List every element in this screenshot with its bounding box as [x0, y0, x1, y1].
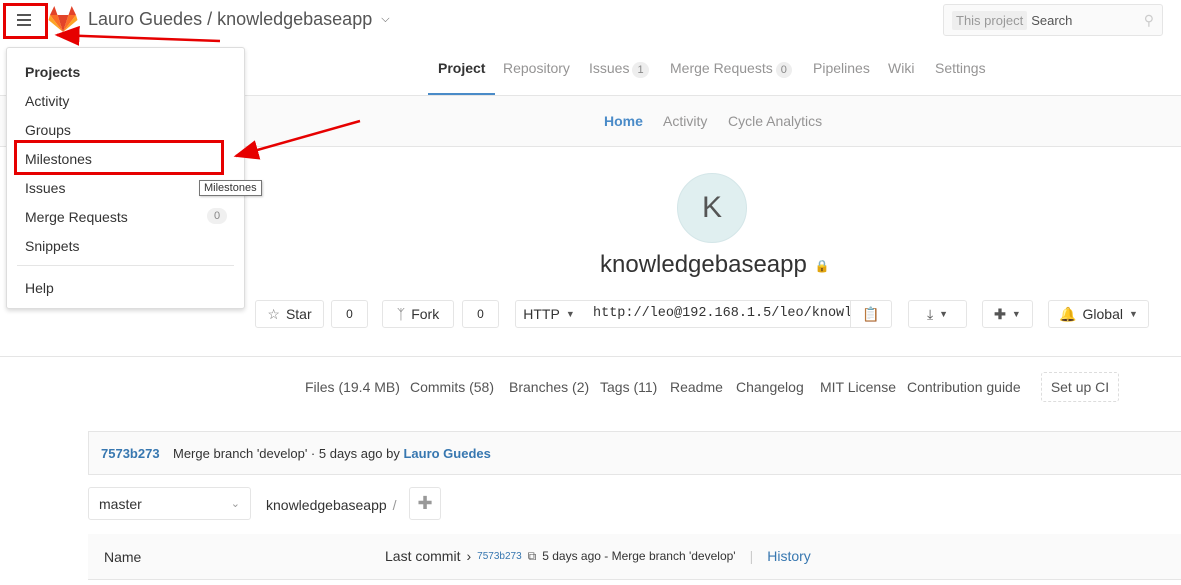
project-breadcrumb[interactable]: Lauro Guedes / knowledgebaseapp ⌵	[88, 9, 390, 30]
name-column-header: Name	[104, 549, 142, 565]
setup-ci-button[interactable]: Set up CI	[1041, 372, 1119, 402]
clone-protocol-dropdown[interactable]: HTTP ▼	[515, 300, 583, 328]
stat-changelog[interactable]: Changelog	[736, 379, 804, 395]
dropdown-item-snippets[interactable]: Snippets	[25, 238, 79, 254]
tab-issues[interactable]: Issues 1	[589, 42, 649, 95]
dropdown-item-milestones[interactable]: Milestones	[25, 151, 92, 167]
plus-icon: ✚	[994, 305, 1006, 322]
commit-message: Merge branch 'develop' · 5 days ago by L…	[173, 446, 491, 461]
new-item-dropdown-button[interactable]: ✚ ▼	[982, 300, 1033, 328]
chevron-down-icon[interactable]: ⌵	[381, 13, 389, 26]
top-header: Lauro Guedes / knowledgebaseapp ⌵ This p…	[0, 0, 1181, 42]
repo-root-link[interactable]: knowledgebaseapp	[266, 497, 387, 513]
commit-sha-link[interactable]: 7573b273	[101, 446, 160, 461]
repo-path-breadcrumb: knowledgebaseapp /	[266, 497, 397, 513]
stat-contribution-guide[interactable]: Contribution guide	[907, 379, 1021, 395]
commit-author-link[interactable]: Lauro Guedes	[403, 446, 490, 461]
branch-select[interactable]: master ⌄	[88, 487, 251, 520]
dropdown-item-help[interactable]: Help	[25, 280, 54, 296]
project-avatar: K	[677, 173, 747, 243]
stat-commits[interactable]: Commits (58)	[410, 379, 494, 395]
download-icon: ⤓	[926, 305, 934, 322]
dropdown-item-activity[interactable]: Activity	[25, 93, 69, 109]
stat-tags[interactable]: Tags (11)	[600, 379, 657, 395]
tab-merge-requests[interactable]: Merge Requests 0	[670, 42, 792, 95]
clone-url-field[interactable]: http://leo@192.168.1.5/leo/knowledgebase…	[582, 300, 851, 328]
subtab-home[interactable]: Home	[604, 113, 643, 129]
stat-readme[interactable]: Readme	[670, 379, 723, 395]
clipboard-icon: 📋	[862, 305, 880, 322]
star-icon: ☆	[267, 305, 280, 322]
download-dropdown-button[interactable]: ⤓ ▼	[908, 300, 967, 328]
search-placeholder: Search	[1031, 12, 1073, 28]
hamburger-icon	[17, 14, 31, 26]
issues-count-badge: 1	[632, 62, 649, 78]
stat-license[interactable]: MIT License	[820, 379, 896, 395]
dropdown-item-merge-requests[interactable]: Merge Requests	[25, 209, 128, 225]
fork-count[interactable]: 0	[462, 300, 499, 328]
add-file-button[interactable]: ✚	[409, 487, 441, 520]
chevron-right-icon: ›	[466, 548, 472, 564]
dropdown-item-issues[interactable]: Issues	[25, 180, 65, 196]
bell-icon: 🔔	[1059, 305, 1077, 322]
caret-down-icon: ▼	[1128, 309, 1138, 319]
search-icon: ⚲	[1143, 11, 1154, 28]
copy-icon[interactable]: ⧉	[528, 549, 537, 564]
search-input[interactable]: This project Search ⚲	[943, 4, 1163, 36]
search-scope-badge: This project	[952, 10, 1028, 30]
dropdown-divider	[17, 265, 234, 266]
merge-requests-badge: 0	[207, 208, 227, 224]
last-commit-box: 7573b273 Merge branch 'develop' · 5 days…	[88, 431, 1181, 475]
copy-url-button[interactable]: 📋	[850, 300, 892, 328]
tab-project[interactable]: Project	[428, 42, 496, 95]
tab-repository[interactable]: Repository	[503, 42, 570, 95]
dropdown-item-projects[interactable]: Projects	[25, 64, 80, 80]
fork-button[interactable]: ᛉ Fork	[382, 300, 454, 328]
last-commit-meta: 5 days ago - Merge branch 'develop'	[542, 549, 736, 563]
gitlab-logo-icon[interactable]	[48, 5, 78, 33]
merge-requests-count-badge: 0	[775, 62, 792, 78]
caret-down-icon: ▼	[939, 309, 949, 319]
chevron-down-icon: ⌄	[230, 498, 240, 510]
tab-wiki[interactable]: Wiki	[888, 42, 914, 95]
star-count[interactable]: 0	[331, 300, 368, 328]
stat-branches[interactable]: Branches (2)	[509, 379, 589, 395]
subtab-cycle-analytics[interactable]: Cycle Analytics	[728, 113, 822, 129]
history-link[interactable]: History	[767, 548, 811, 564]
hamburger-menu-button[interactable]	[6, 4, 42, 36]
file-table-header: Name Last commit › 7573b273 ⧉ 5 days ago…	[88, 534, 1181, 580]
fork-icon: ᛉ	[396, 306, 406, 322]
project-stats: Files (19.4 MB) Commits (58) Branches (2…	[0, 356, 1181, 416]
project-path[interactable]: Lauro Guedes / knowledgebaseapp	[88, 9, 372, 30]
dropdown-item-groups[interactable]: Groups	[25, 122, 71, 138]
star-button[interactable]: ☆ Star	[255, 300, 324, 328]
caret-down-icon: ▼	[1011, 309, 1021, 319]
plus-icon: ✚	[417, 493, 433, 513]
tab-pipelines[interactable]: Pipelines	[813, 42, 870, 95]
project-title: knowledgebaseapp 🔒	[600, 251, 830, 278]
last-commit-column-header: Last commit › 7573b273 ⧉ 5 days ago - Me…	[385, 548, 811, 564]
lock-icon: 🔒	[814, 258, 830, 273]
main-nav-dropdown: Projects Activity Groups Milestones Issu…	[6, 47, 245, 309]
divider: |	[749, 548, 754, 564]
subtab-activity[interactable]: Activity	[663, 113, 707, 129]
milestones-tooltip: Milestones	[199, 180, 262, 196]
notification-dropdown[interactable]: 🔔 Global ▼	[1048, 300, 1149, 328]
stat-files[interactable]: Files (19.4 MB)	[305, 379, 400, 395]
caret-down-icon: ▼	[565, 309, 575, 319]
last-commit-sha-link[interactable]: 7573b273	[477, 551, 522, 562]
tab-settings[interactable]: Settings	[935, 42, 986, 95]
